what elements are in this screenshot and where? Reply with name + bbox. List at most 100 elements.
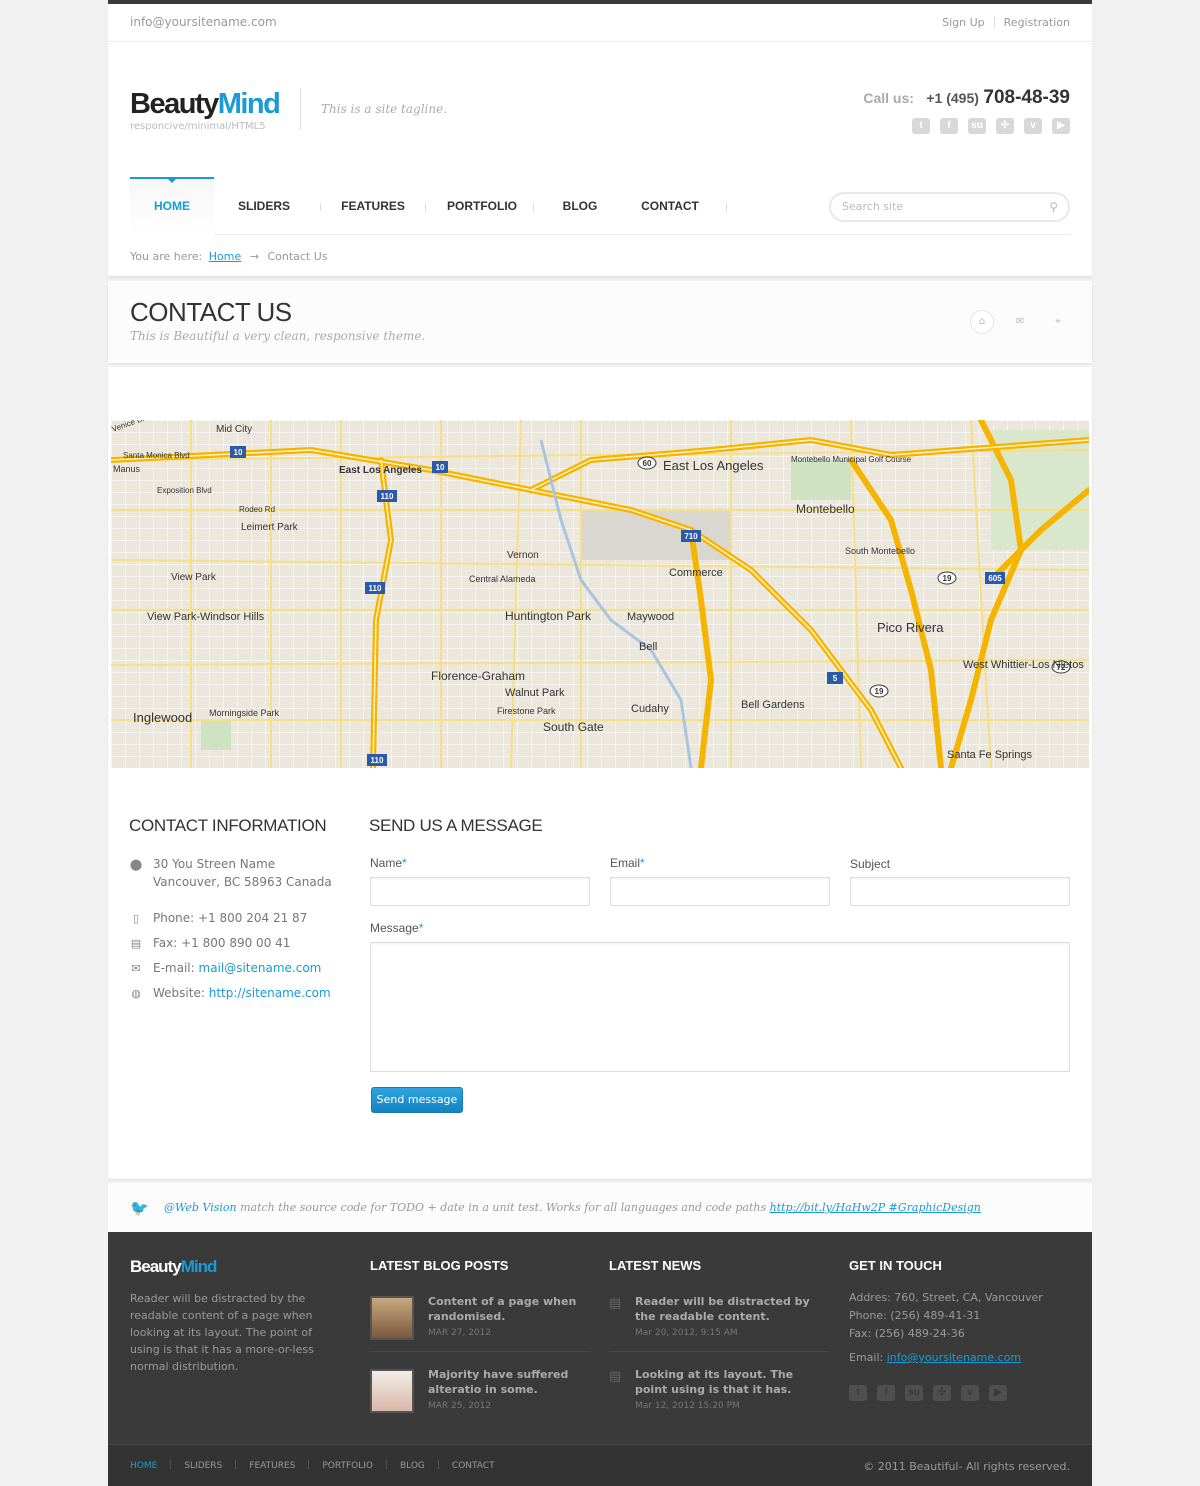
nav-item-home[interactable]: HOME: [130, 177, 214, 235]
subject-field[interactable]: [850, 877, 1070, 906]
footer-divider: [609, 1351, 829, 1352]
map-label: View Park-Windsor Hills: [147, 611, 265, 623]
nav-item-features[interactable]: FEATURES: [337, 177, 409, 235]
registration-link[interactable]: Registration: [1004, 16, 1070, 29]
required-mark: *: [402, 856, 407, 870]
nav-item-blog[interactable]: BLOG: [554, 177, 606, 235]
footer-nav-portfolio[interactable]: PORTFOLIO: [322, 1461, 373, 1471]
news-title[interactable]: Looking at its layout. The point using i…: [635, 1367, 825, 1397]
map-label: Walnut Park: [505, 687, 565, 699]
topbar: info@yoursitename.com Sign Up Registratio…: [108, 4, 1092, 42]
website-link[interactable]: http://sitename.com: [209, 986, 331, 1000]
map[interactable]: 10 10 110 60 710 110 19 605 5 19 72 110 …: [111, 420, 1089, 768]
nav-divider: [533, 203, 534, 211]
vimeo-icon[interactable]: v: [961, 1385, 979, 1401]
map-label: Montebello: [796, 502, 855, 516]
touch-email-link[interactable]: info@yoursitename.com: [887, 1351, 1021, 1364]
home-icon[interactable]: ⌂: [970, 310, 994, 334]
twitter-icon[interactable]: t: [912, 118, 930, 134]
search-input[interactable]: [842, 200, 1032, 213]
svg-text:5: 5: [833, 674, 838, 683]
title-icons: ⌂ ✉ ⌖: [970, 310, 1070, 334]
map-label: South Gate: [543, 720, 604, 734]
breadcrumb-home-link[interactable]: Home: [209, 250, 241, 263]
map-label: Leimert Park: [241, 522, 299, 533]
footer-logo[interactable]: BeautyMind: [130, 1257, 217, 1277]
delicious-icon[interactable]: ✣: [933, 1385, 951, 1401]
search-icon[interactable]: ⚲: [1049, 200, 1058, 214]
svg-text:10: 10: [436, 463, 445, 472]
map-label: Firestone Park: [497, 706, 556, 716]
email-field[interactable]: [610, 877, 830, 906]
nav-divider: [425, 203, 426, 211]
touch-phone: Phone: (256) 489-41-31: [849, 1309, 981, 1322]
blog-post-title[interactable]: Majority have suffered alteratio in some…: [428, 1367, 588, 1397]
message-field[interactable]: [370, 942, 1070, 1072]
divider: [385, 1460, 387, 1469]
nav-item-contact[interactable]: CONTACT: [636, 177, 704, 235]
news-date: Mar 20, 2012, 9:15 AM: [635, 1328, 738, 1338]
location-icon[interactable]: ⌖: [1046, 310, 1070, 334]
blog-post-date: MAR 25, 2012: [428, 1401, 492, 1411]
website-label: Website:: [153, 986, 205, 1000]
breadcrumb-current: Contact Us: [267, 250, 328, 263]
mail-icon[interactable]: ✉: [1008, 310, 1032, 334]
blog-thumbnail[interactable]: [370, 1296, 414, 1340]
name-field[interactable]: [370, 877, 590, 906]
footer-nav-home[interactable]: HOME: [130, 1461, 157, 1471]
map-label: Maywood: [627, 611, 674, 623]
svg-text:110: 110: [371, 756, 384, 765]
delicious-icon[interactable]: ✣: [996, 118, 1014, 134]
svg-text:19: 19: [943, 574, 952, 583]
nav-item-portfolio[interactable]: PORTFOLIO: [444, 177, 520, 235]
tweet-link[interactable]: http://bit.ly/HaHw2P #GraphicDesign: [770, 1201, 981, 1214]
address-line2: Vancouver, BC 58963 Canada: [153, 875, 332, 889]
nav-item-sliders[interactable]: SLIDERS: [227, 177, 301, 235]
tweet-band: 🐦 @Web Vision match the source code for …: [108, 1183, 1092, 1232]
call-code: +1 (495): [926, 90, 979, 106]
footer-bar: HOME SLIDERS FEATURES PORTFOLIO BLOG CONTACT …: [108, 1444, 1092, 1486]
sign-up-link[interactable]: Sign Up: [942, 16, 985, 29]
twitter-icon[interactable]: t: [849, 1385, 867, 1401]
facebook-icon[interactable]: f: [877, 1385, 895, 1401]
site-tagline: This is a site tagline.: [321, 102, 448, 116]
svg-text:110: 110: [369, 584, 382, 593]
envelope-icon: ✉: [131, 962, 141, 975]
topbar-email[interactable]: info@yoursitename.com: [130, 15, 277, 29]
fax-text: Fax: +1 800 890 00 41: [153, 936, 291, 950]
map-label: Cudahy: [631, 703, 669, 715]
mobile-icon: ▯: [132, 912, 140, 925]
touch-email-row: Email: info@yoursitename.com: [849, 1349, 1021, 1367]
svg-text:19: 19: [875, 687, 884, 696]
tweet-handle[interactable]: @Web Vision: [164, 1201, 237, 1214]
footer-nav-sliders[interactable]: SLIDERS: [184, 1461, 222, 1471]
footer-nav-blog[interactable]: BLOG: [400, 1461, 425, 1471]
website-row: ◍ Website: http://sitename.com: [129, 984, 331, 1002]
logo[interactable]: BeautyMind: [130, 88, 281, 121]
main-content: 10 10 110 60 710 110 19 605 5 19 72 110 …: [108, 367, 1092, 1179]
required-mark: *: [640, 856, 645, 870]
nav-divider: [726, 203, 727, 211]
blog-post-title[interactable]: Content of a page when randomised.: [428, 1294, 588, 1324]
footer-nav-contact[interactable]: CONTACT: [452, 1461, 495, 1471]
news-title[interactable]: Reader will be distracted by the readabl…: [635, 1294, 825, 1324]
map-label: View Park: [171, 572, 217, 583]
email-link[interactable]: mail@sitename.com: [199, 961, 322, 975]
footer-nav-features[interactable]: FEATURES: [249, 1461, 295, 1471]
stumbleupon-icon[interactable]: su: [968, 118, 986, 134]
youtube-icon[interactable]: ▶: [989, 1385, 1007, 1401]
svg-text:110: 110: [381, 492, 394, 501]
blog-thumbnail[interactable]: [370, 1369, 414, 1413]
youtube-icon[interactable]: ▶: [1052, 118, 1070, 134]
vimeo-icon[interactable]: v: [1024, 118, 1042, 134]
fax-row: ▤ Fax: +1 800 890 00 41: [129, 934, 291, 952]
touch-email-label: Email:: [849, 1351, 884, 1364]
divider: [170, 1460, 172, 1469]
send-message-button[interactable]: Send message: [371, 1087, 463, 1113]
divider: [308, 1460, 310, 1469]
map-label: Rodeo Rd: [239, 505, 275, 514]
contact-info-title: CONTACT INFORMATION: [129, 816, 327, 835]
stumbleupon-icon[interactable]: su: [905, 1385, 923, 1401]
map-label: Pico Rivera: [877, 620, 944, 635]
facebook-icon[interactable]: f: [940, 118, 958, 134]
